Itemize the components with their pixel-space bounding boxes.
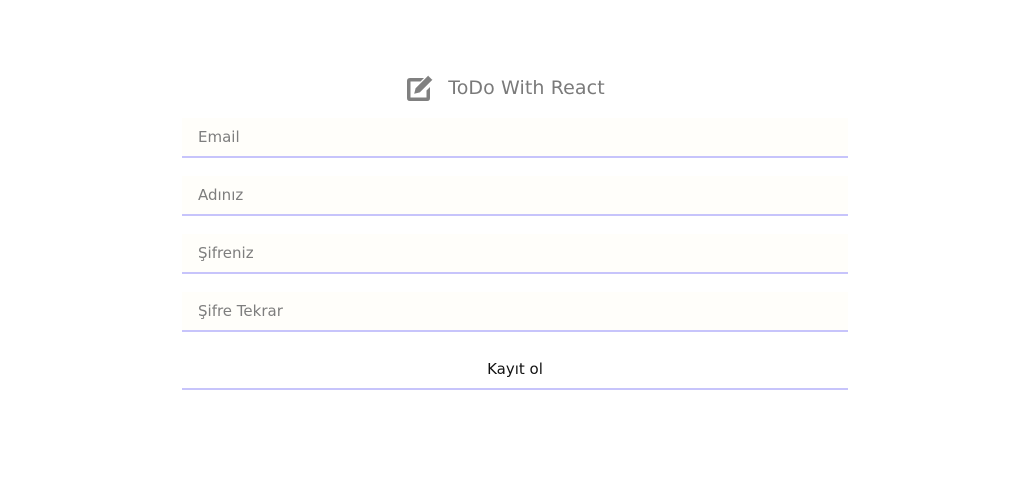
name-field-wrapper [182, 176, 848, 216]
password-input[interactable] [182, 234, 848, 272]
email-input[interactable] [182, 118, 848, 156]
email-field-wrapper [182, 118, 848, 158]
register-form: Kayıt ol [182, 118, 848, 390]
password-confirm-field-wrapper [182, 292, 848, 332]
password-confirm-input[interactable] [182, 292, 848, 330]
edit-icon [404, 72, 436, 104]
register-button[interactable]: Kayıt ol [182, 350, 848, 390]
name-input[interactable] [182, 176, 848, 214]
password-field-wrapper [182, 234, 848, 274]
register-page: ToDo With React Kayıt ol [0, 0, 1009, 498]
app-header: ToDo With React [0, 72, 1009, 104]
app-title: ToDo With React [448, 77, 605, 99]
